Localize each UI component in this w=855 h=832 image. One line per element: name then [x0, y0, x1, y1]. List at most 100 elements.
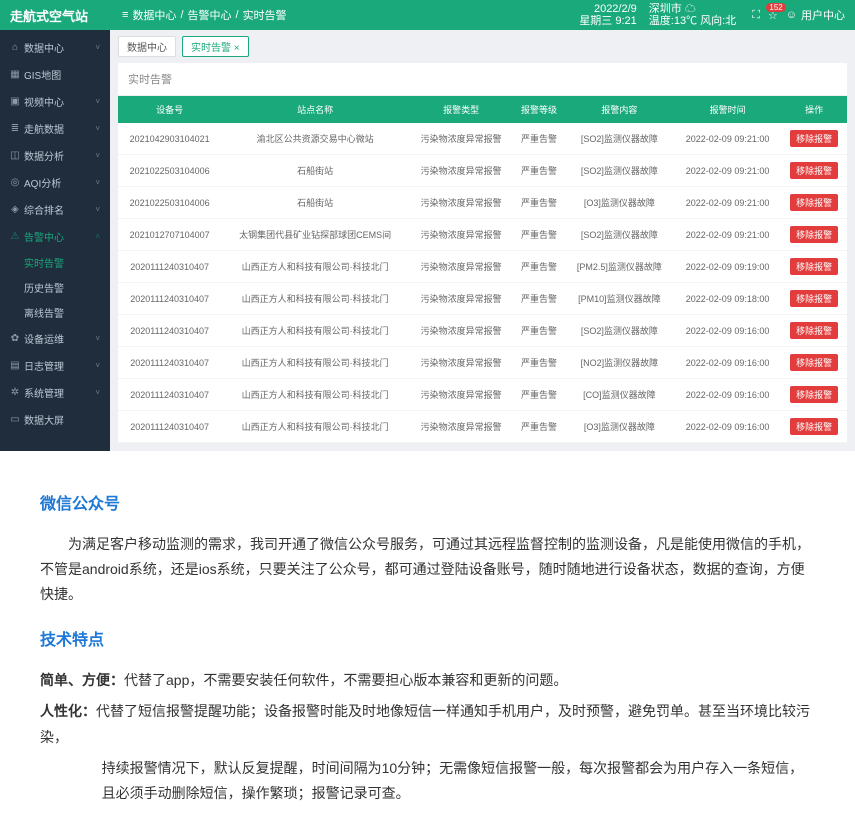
chevron-icon: ˅ [95, 205, 100, 214]
cell: 严重告警 [513, 283, 565, 315]
remove-alarm-button[interactable]: 移除报警 [790, 386, 838, 403]
table-row: 2020111240310407山西正方人和科技有限公司·科技北门污染物浓度异常… [118, 411, 847, 443]
article-heading-wechat: 微信公众号 [40, 491, 815, 520]
remove-alarm-button[interactable]: 移除报警 [790, 290, 838, 307]
cell: 严重告警 [513, 187, 565, 219]
table-row: 2021022503104006石船街站污染物浓度异常报警严重告警[SO2]监测… [118, 155, 847, 187]
sidebar-icon: ◎ [10, 177, 20, 188]
cell: 山西正方人和科技有限公司·科技北门 [221, 411, 409, 443]
sidebar-item-1[interactable]: ▦GIS地图 [0, 61, 110, 88]
cell: 石船街站 [221, 187, 409, 219]
weather-block: 深圳市 ☁ 温度:13℃ 风向:北 [649, 3, 736, 27]
sidebar-icon: ✲ [10, 387, 20, 398]
col-6: 操作 [781, 96, 847, 123]
cell: 污染物浓度异常报警 [409, 411, 513, 443]
chevron-icon: ˅ [95, 151, 100, 160]
cell: 2021012707104007 [118, 219, 221, 251]
city-text: 深圳市 ☁ [649, 3, 736, 15]
cell: 污染物浓度异常报警 [409, 379, 513, 411]
sidebar-icon: ⚠ [10, 231, 20, 242]
bell-icon[interactable]: ☆ 152 [768, 9, 778, 22]
remove-alarm-button[interactable]: 移除报警 [790, 194, 838, 211]
cell: 2022-02-09 09:16:00 [674, 379, 781, 411]
sidebar-item-2[interactable]: ▣视频中心˅ [0, 88, 110, 115]
sidebar-child-7-1[interactable]: 历史告警 [0, 275, 110, 300]
crumb-2[interactable]: 实时告警 [243, 7, 287, 23]
menu-icon[interactable]: ≡ [122, 9, 128, 21]
sidebar-item-8[interactable]: ✿设备运维˅ [0, 325, 110, 352]
tab-0[interactable]: 数据中心 [118, 36, 176, 57]
cell: 严重告警 [513, 155, 565, 187]
user-label[interactable]: 用户中心 [801, 7, 845, 23]
sidebar-item-10[interactable]: ✲系统管理˅ [0, 379, 110, 406]
cell: [SO2]监测仪器故障 [565, 123, 674, 155]
cell: 2022-02-09 09:16:00 [674, 411, 781, 443]
cell: 2022-02-09 09:21:00 [674, 187, 781, 219]
remove-alarm-button[interactable]: 移除报警 [790, 162, 838, 179]
sidebar-item-7[interactable]: ⚠告警中心˄ [0, 223, 110, 250]
cell: [SO2]监测仪器故障 [565, 219, 674, 251]
sidebar-item-0[interactable]: ⌂数据中心˅ [0, 34, 110, 61]
cell: 污染物浓度异常报警 [409, 283, 513, 315]
table-row: 2020111240310407山西正方人和科技有限公司·科技北门污染物浓度异常… [118, 379, 847, 411]
sidebar-item-11[interactable]: ▭数据大屏 [0, 406, 110, 433]
sidebar-item-6[interactable]: ◈综合排名˅ [0, 196, 110, 223]
col-2: 报警类型 [409, 96, 513, 123]
cell: 2021042903104021 [118, 123, 221, 155]
cell: 山西正方人和科技有限公司·科技北门 [221, 283, 409, 315]
cell: 2021022503104006 [118, 187, 221, 219]
cell: 2020111240310407 [118, 411, 221, 443]
chevron-icon: ˅ [95, 178, 100, 187]
crumb-1[interactable]: 告警中心 [188, 7, 232, 23]
sidebar-item-3[interactable]: ≣走航数据˅ [0, 115, 110, 142]
remove-alarm-button[interactable]: 移除报警 [790, 226, 838, 243]
sidebar: ⌂数据中心˅▦GIS地图▣视频中心˅≣走航数据˅◫数据分析˅◎AQI分析˅◈综合… [0, 30, 110, 451]
sidebar-label: AQI分析 [24, 175, 61, 190]
sidebar-label: 系统管理 [24, 385, 64, 400]
cell: 污染物浓度异常报警 [409, 155, 513, 187]
cell: [O3]监测仪器故障 [565, 411, 674, 443]
bell-badge: 152 [766, 3, 785, 12]
feature-humanized: 人性化：代替了短信报警提醒功能；设备报警时能及时地像短信一样通知手机用户，及时预… [40, 699, 815, 749]
cell: 污染物浓度异常报警 [409, 347, 513, 379]
panel-title: 实时告警 [118, 63, 847, 96]
remove-alarm-button[interactable]: 移除报警 [790, 418, 838, 435]
remove-alarm-button[interactable]: 移除报警 [790, 258, 838, 275]
cell: 2020111240310407 [118, 251, 221, 283]
breadcrumb: 数据中心/ 告警中心/ 实时告警 [132, 7, 286, 23]
chevron-icon: ˅ [95, 97, 100, 106]
alarm-table: 设备号站点名称报警类型报警等级报警内容报警时间操作 20210429031040… [118, 96, 847, 443]
sidebar-label: 告警中心 [24, 229, 64, 244]
fullscreen-icon[interactable]: ⛶ [752, 9, 760, 22]
table-row: 2021012707104007太钢集团代县矿业钻探部球团CEMS间污染物浓度异… [118, 219, 847, 251]
date-text: 2022/2/9 [594, 3, 637, 15]
cell: [SO2]监测仪器故障 [565, 315, 674, 347]
user-icon[interactable]: ☺ [786, 9, 797, 21]
cell: 严重告警 [513, 123, 565, 155]
cell: 山西正方人和科技有限公司·科技北门 [221, 251, 409, 283]
cell: 山西正方人和科技有限公司·科技北门 [221, 379, 409, 411]
sidebar-item-9[interactable]: ▤日志管理˅ [0, 352, 110, 379]
cell: [SO2]监测仪器故障 [565, 155, 674, 187]
sidebar-item-4[interactable]: ◫数据分析˅ [0, 142, 110, 169]
chevron-icon: ˅ [95, 334, 100, 343]
remove-alarm-button[interactable]: 移除报警 [790, 322, 838, 339]
cell: 2020111240310407 [118, 379, 221, 411]
cell: 2022-02-09 09:18:00 [674, 283, 781, 315]
table-row: 2020111240310407山西正方人和科技有限公司·科技北门污染物浓度异常… [118, 251, 847, 283]
cell: 2020111240310407 [118, 315, 221, 347]
tab-1[interactable]: 实时告警 × [182, 36, 249, 57]
sidebar-child-7-2[interactable]: 离线告警 [0, 300, 110, 325]
sidebar-item-5[interactable]: ◎ AQI分析 ˅ [0, 169, 110, 196]
remove-alarm-button[interactable]: 移除报警 [790, 354, 838, 371]
col-1: 站点名称 [221, 96, 409, 123]
cell: 2022-02-09 09:19:00 [674, 251, 781, 283]
cell: 2021022503104006 [118, 155, 221, 187]
cell: 山西正方人和科技有限公司·科技北门 [221, 315, 409, 347]
table-row: 2020111240310407山西正方人和科技有限公司·科技北门污染物浓度异常… [118, 347, 847, 379]
cell: 2022-02-09 09:21:00 [674, 123, 781, 155]
chevron-icon: ˅ [95, 361, 100, 370]
crumb-0[interactable]: 数据中心 [132, 7, 176, 23]
sidebar-child-7-0[interactable]: 实时告警 [0, 250, 110, 275]
remove-alarm-button[interactable]: 移除报警 [790, 130, 838, 147]
